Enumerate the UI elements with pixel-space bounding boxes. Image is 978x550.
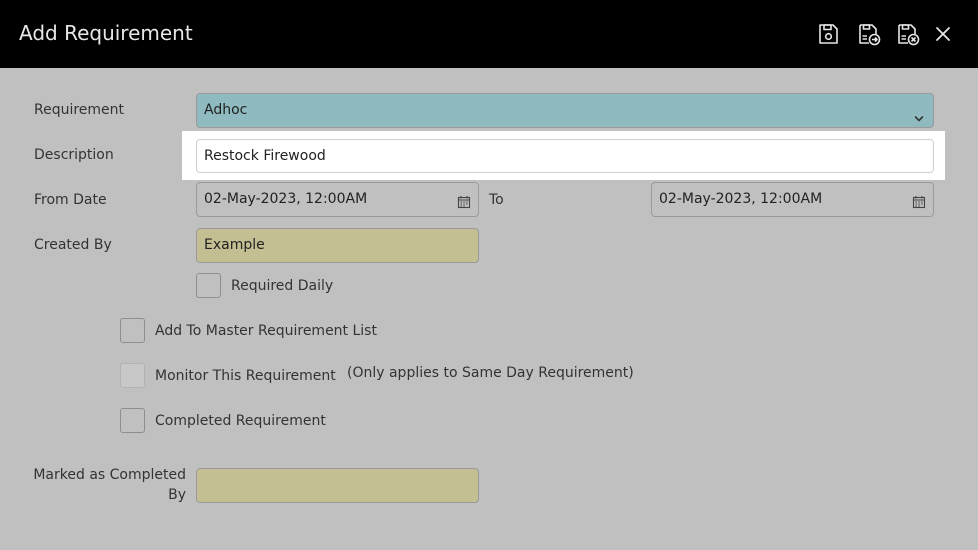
monitor-requirement-label: Monitor This Requirement [155,368,336,384]
from-date-label: From Date [34,192,107,208]
created-by-value: Example [204,237,265,253]
save-and-new-icon[interactable] [856,21,882,47]
calendar-icon[interactable] [912,189,926,222]
to-label: To [489,192,504,208]
from-date-value: 02-May-2023, 12:00AM [204,191,368,207]
marked-completed-label-line1: Marked as Completed [33,467,186,483]
add-to-master-label: Add To Master Requirement List [155,323,377,339]
save-and-close-icon[interactable] [895,21,921,47]
requirement-select-value: Adhoc [204,102,248,118]
required-daily-checkbox[interactable] [196,273,221,298]
add-to-master-checkbox[interactable] [120,318,145,343]
created-by-label: Created By [34,237,112,253]
requirement-label: Requirement [34,102,125,118]
header-bar: Add Requirement [0,0,978,68]
description-input[interactable] [196,139,934,173]
required-daily-label: Required Daily [231,278,334,294]
description-label: Description [34,147,114,163]
monitor-requirement-checkbox[interactable] [120,363,145,388]
calendar-icon[interactable] [457,189,471,222]
requirement-select[interactable]: Adhoc [196,93,934,128]
save-icon[interactable] [815,21,841,47]
to-date-input[interactable]: 02-May-2023, 12:00AM [651,182,934,217]
from-date-input[interactable]: 02-May-2023, 12:00AM [196,182,479,217]
to-date-value: 02-May-2023, 12:00AM [659,191,823,207]
completed-requirement-label: Completed Requirement [155,413,326,429]
close-icon[interactable] [930,21,956,47]
marked-completed-field [196,468,479,503]
created-by-field: Example [196,228,479,263]
completed-requirement-checkbox[interactable] [120,408,145,433]
monitor-requirement-note: (Only applies to Same Day Requirement) [347,365,634,381]
page-title: Add Requirement [19,21,193,45]
marked-completed-label-line2: By [168,487,186,503]
